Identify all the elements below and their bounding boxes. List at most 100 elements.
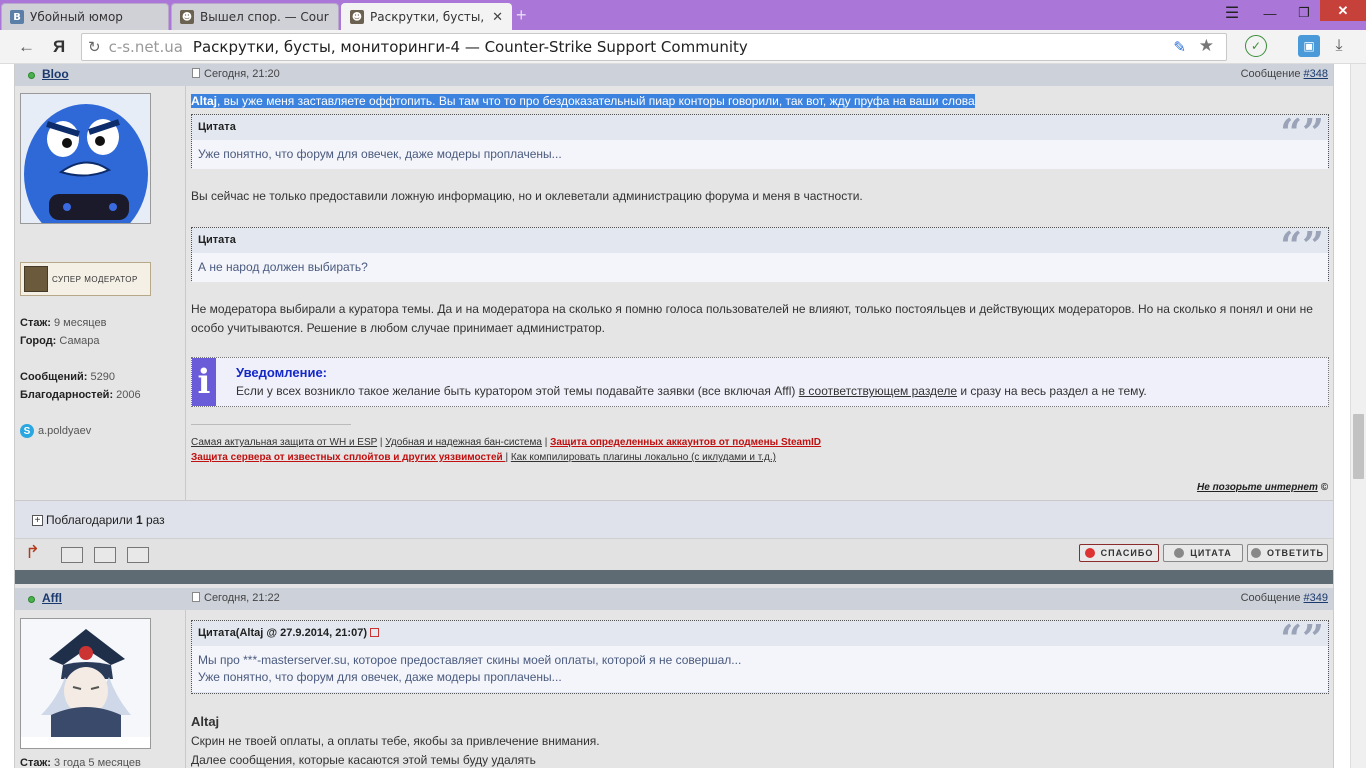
post-number-label: Сообщение <box>1240 68 1304 80</box>
post-author-sidebar: СУПЕР МОДЕРАТОР Стаж: 9 месяцев Город: С… <box>15 86 186 500</box>
report-icon[interactable]: ↱ <box>25 542 47 562</box>
profile-icon[interactable] <box>94 547 116 563</box>
reply-button[interactable]: ОТВЕТИТЬ <box>1247 544 1328 562</box>
tab-label: Вышел спор. — Cour <box>200 10 329 24</box>
download-icon[interactable]: ⤓ <box>1328 35 1350 57</box>
quote-block: Цитата А не народ должен выбирать? “” <box>191 223 1329 282</box>
menu-icon[interactable]: ☰ <box>1220 2 1244 24</box>
copyright: © <box>1317 482 1328 493</box>
yandex-icon[interactable]: Я <box>53 38 65 55</box>
post-date-text: Сегодня, 21:22 <box>204 592 280 604</box>
post-number: Сообщение #349 <box>1241 592 1328 604</box>
browser-tab-active[interactable]: ☻ Раскрутки, бусты, мо ✕ <box>341 3 512 30</box>
button-label: ЦИТАТА <box>1190 548 1232 558</box>
post-bold-name: Altaj <box>191 714 220 729</box>
browser-tab[interactable]: ☻ Вышел спор. — Cour <box>171 3 339 30</box>
thanks-prefix: Поблагодарили <box>46 513 136 527</box>
stat-thanks: Благодарностей: 2006 <box>20 386 141 404</box>
scrollbar-thumb[interactable] <box>1353 414 1364 479</box>
minimize-icon[interactable]: — <box>1258 2 1282 24</box>
stat-value: 9 месяцев <box>50 317 107 329</box>
stat-experience: Стаж: 3 года 5 месяцев <box>20 754 141 768</box>
browser-tab-bar: В Убойный юмор ☻ Вышел спор. — Cour ☻ Ра… <box>0 0 1366 30</box>
skype-name: a.poldyaev <box>38 425 92 437</box>
page-scrollbar[interactable] <box>1350 64 1366 768</box>
reload-icon[interactable]: ↻ <box>88 38 101 56</box>
quote-header: Цитата <box>192 228 1328 253</box>
thanks-count: 1 <box>135 513 143 527</box>
signature-link[interactable]: Удобная и надежная бан-система <box>385 437 542 448</box>
post-number-label: Сообщение <box>1240 592 1304 604</box>
notice-link[interactable]: в соответствующем разделе <box>799 384 957 398</box>
quote-header: Цитата <box>192 115 1328 140</box>
back-icon[interactable]: ← <box>18 38 35 55</box>
post-paragraph: Вы сейчас не только предоставили ложную … <box>191 189 863 203</box>
separator: | <box>541 437 551 448</box>
thanks-button[interactable]: СПАСИБО <box>1079 544 1159 562</box>
post-separator <box>15 570 1333 584</box>
quote-button[interactable]: ЦИТАТА <box>1163 544 1243 562</box>
signature-link[interactable]: Как компилировать плагины локально (с ик… <box>511 452 776 463</box>
stat-label: Стаж: <box>20 317 51 329</box>
expand-icon[interactable]: + <box>32 515 43 526</box>
stat-experience: Стаж: 9 месяцев <box>20 314 141 332</box>
shield-icon[interactable]: ✓ <box>1245 35 1267 57</box>
post-header: Bloo Сегодня, 21:20 Сообщение #348 <box>15 64 1333 86</box>
stat-messages: Сообщений: 5290 <box>20 368 141 386</box>
quote-block: Цитата Уже понятно, что форум для овечек… <box>191 113 1329 169</box>
quote-text: Мы про ***-masterserver.su, которое пред… <box>192 646 1328 692</box>
post-author-link[interactable]: Affl <box>42 591 62 605</box>
jump-to-post-icon[interactable] <box>370 628 380 637</box>
quote-marks-icon: “” <box>1280 223 1324 268</box>
rank-label: СУПЕР МОДЕРАТОР <box>52 274 138 284</box>
reply-icon <box>1251 548 1262 558</box>
signature-line: Защита сервера от известных сплойтов и д… <box>191 450 776 465</box>
close-window-icon[interactable]: ✕ <box>1320 0 1366 21</box>
post-date: Сегодня, 21:22 <box>192 592 280 604</box>
browser-toolbar: ← Я ↻ c-s.net.ua Раскрутки, бусты, монит… <box>0 30 1366 64</box>
new-tab-button[interactable]: + <box>516 5 527 26</box>
signature-link[interactable]: Самая актуальная защита от WH и ESP <box>191 437 377 448</box>
signature-divider <box>191 424 351 425</box>
quote-header: Цитата(Altaj @ 27.9.2014, 21:07) <box>192 621 1328 646</box>
tab-label: Убойный юмор <box>30 10 123 24</box>
post-author-sidebar: Стаж: 3 года 5 месяцев <box>15 610 186 768</box>
bookmark-star-icon[interactable]: ★ <box>1199 36 1214 56</box>
pen-icon[interactable]: ✎ <box>1173 38 1186 56</box>
maximize-icon[interactable]: ❐ <box>1292 2 1316 24</box>
stat-label: Город: <box>20 335 57 347</box>
footer-link[interactable]: Не позорьте интернет <box>1197 482 1318 493</box>
user-stats: Стаж: 3 года 5 месяцев <box>20 754 141 768</box>
post-author-link[interactable]: Bloo <box>42 67 69 81</box>
signature-link[interactable]: Защита определенных аккаунтов от подмены… <box>550 437 821 448</box>
online-status-icon <box>28 72 35 79</box>
cs-icon: ☻ <box>180 10 194 24</box>
extension-icon[interactable]: ▣ <box>1298 35 1320 57</box>
signature-link[interactable]: Защита сервера от известных сплойтов и д… <box>191 452 505 463</box>
quote-line: Уже понятно, что форум для овечек, даже … <box>198 670 562 684</box>
skype-contact[interactable]: S a.poldyaev <box>20 424 91 438</box>
close-tab-icon[interactable]: ✕ <box>492 10 503 25</box>
bloo-avatar-image <box>21 94 150 223</box>
document-icon <box>192 68 200 78</box>
avatar[interactable] <box>20 93 151 224</box>
post-number-link[interactable]: #348 <box>1304 68 1328 80</box>
browser-tab[interactable]: В Убойный юмор <box>1 3 169 30</box>
notice-title: Уведомление: <box>236 365 327 380</box>
post-number-link[interactable]: #349 <box>1304 592 1328 604</box>
heart-icon <box>1084 548 1095 558</box>
vk-icon: В <box>10 10 24 24</box>
page-viewport: Bloo Сегодня, 21:20 Сообщение #348 СУПЕР… <box>0 64 1350 768</box>
address-title: Раскрутки, бусты, мониторинги-4 — Counte… <box>192 38 748 56</box>
email-icon[interactable] <box>127 547 149 563</box>
mention-name: Altaj <box>191 94 218 108</box>
skype-icon: S <box>20 424 34 438</box>
print-icon[interactable] <box>61 547 83 563</box>
stat-label: Стаж: <box>20 757 51 768</box>
post-paragraph: Скрин не твоей оплаты, а оплаты тебе, як… <box>191 734 600 748</box>
button-label: ОТВЕТИТЬ <box>1267 548 1324 558</box>
address-bar[interactable]: ↻ c-s.net.ua Раскрутки, бусты, мониторин… <box>81 33 1227 61</box>
notice-text: Если у всех возникло такое желание быть … <box>236 384 1147 398</box>
avatar[interactable] <box>20 618 151 749</box>
